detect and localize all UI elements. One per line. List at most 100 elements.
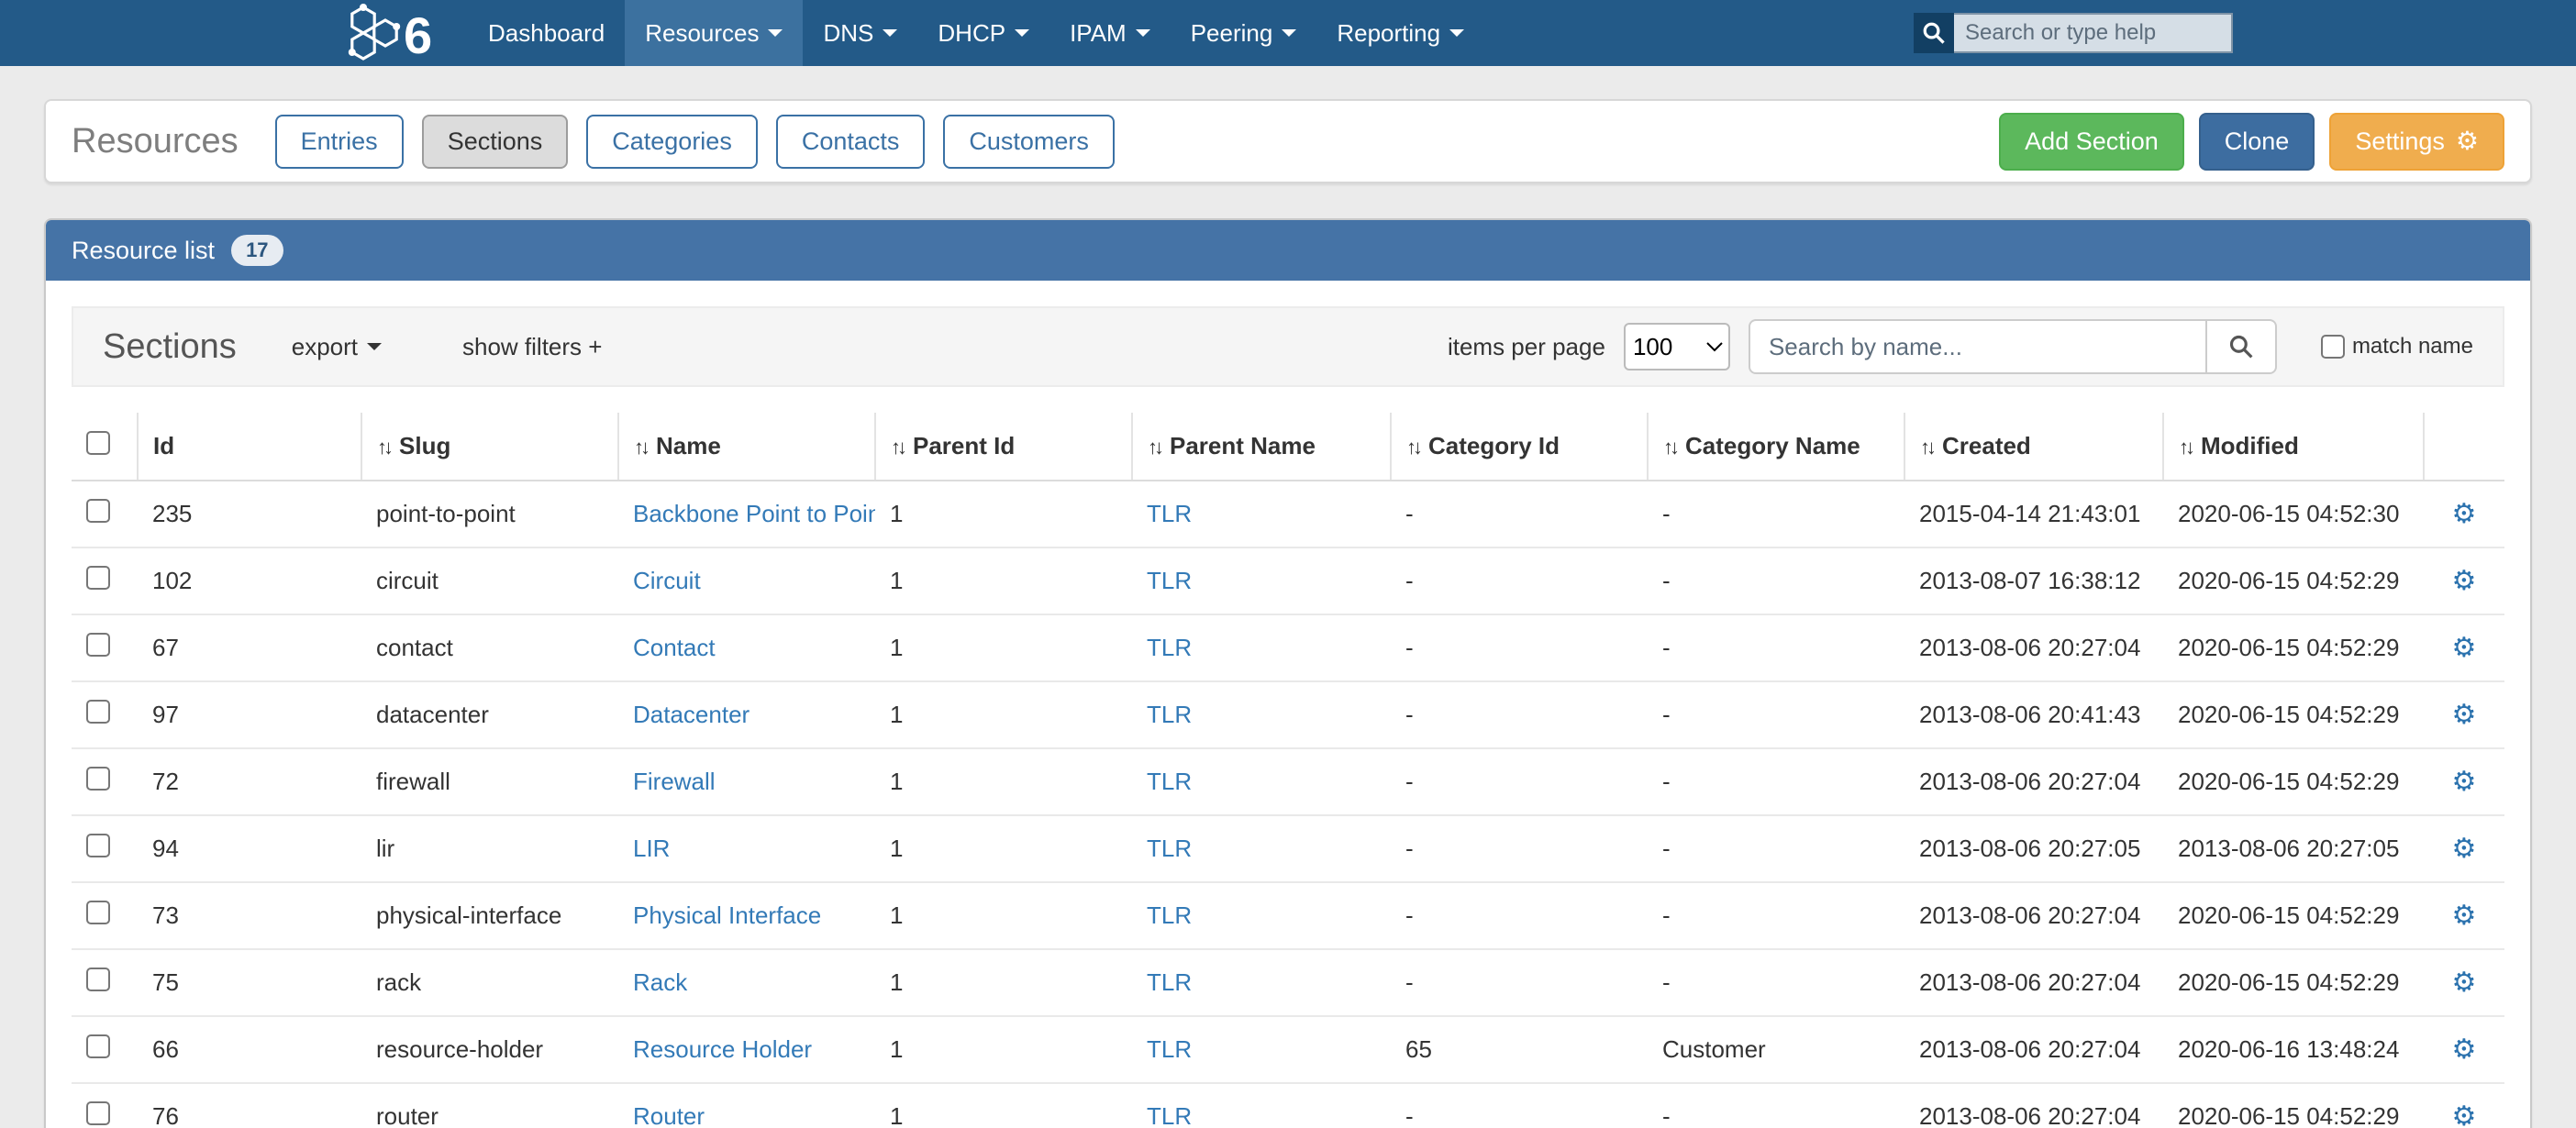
cell-modified: 2013-08-06 20:27:05 <box>2163 815 2424 882</box>
name-search-input[interactable] <box>1749 319 2207 374</box>
parent-name-link[interactable]: TLR <box>1147 500 1192 527</box>
column-header-modified[interactable]: ↑↓Modified <box>2163 413 2424 481</box>
export-label: export <box>292 333 358 361</box>
parent-name-link[interactable]: TLR <box>1147 768 1192 795</box>
gear-icon[interactable]: ⚙ <box>2452 566 2477 596</box>
chevron-down-icon <box>1015 29 1029 37</box>
row-actions-cell: ⚙ <box>2424 614 2504 681</box>
row-checkbox[interactable] <box>86 633 110 657</box>
name-link[interactable]: Router <box>633 1102 705 1128</box>
help-search-input[interactable] <box>1954 13 2233 53</box>
row-checkbox[interactable] <box>86 1101 110 1125</box>
name-link[interactable]: Contact <box>633 634 716 661</box>
nav-item-label: IPAM <box>1070 19 1127 48</box>
name-link[interactable]: Rack <box>633 968 687 996</box>
show-filters-link[interactable]: show filters + <box>462 333 602 361</box>
nav-item-dhcp[interactable]: DHCP <box>917 0 1049 66</box>
row-actions-cell: ⚙ <box>2424 882 2504 949</box>
nav-item-label: Resources <box>645 19 759 48</box>
gear-icon[interactable]: ⚙ <box>2452 834 2477 864</box>
row-checkbox[interactable] <box>86 834 110 857</box>
match-name-checkbox[interactable] <box>2321 335 2345 359</box>
gear-icon[interactable]: ⚙ <box>2452 499 2477 529</box>
row-checkbox[interactable] <box>86 901 110 924</box>
gear-icon[interactable]: ⚙ <box>2452 1101 2477 1128</box>
cell-id: 72 <box>138 748 361 815</box>
name-search-button[interactable] <box>2207 319 2277 374</box>
settings-button[interactable]: Settings⚙ <box>2329 113 2504 171</box>
column-header-name[interactable]: ↑↓Name <box>618 413 875 481</box>
name-link[interactable]: LIR <box>633 835 670 862</box>
nav-item-reporting[interactable]: Reporting <box>1316 0 1484 66</box>
parent-name-link[interactable]: TLR <box>1147 901 1192 929</box>
export-menu[interactable]: export <box>292 333 382 361</box>
gear-icon[interactable]: ⚙ <box>2452 901 2477 931</box>
column-header-parent-id[interactable]: ↑↓Parent Id <box>875 413 1132 481</box>
cell-parent-id: 1 <box>875 481 1132 547</box>
parent-name-link[interactable]: TLR <box>1147 701 1192 728</box>
nav-item-label: Peering <box>1191 19 1273 48</box>
nav-item-peering[interactable]: Peering <box>1171 0 1317 66</box>
tab-entries[interactable]: Entries <box>275 115 404 169</box>
tab-sections[interactable]: Sections <box>422 115 569 169</box>
cell-category-id: - <box>1391 547 1648 614</box>
add-section-button[interactable]: Add Section <box>1999 113 2184 171</box>
column-header-created[interactable]: ↑↓Created <box>1904 413 2163 481</box>
row-checkbox[interactable] <box>86 767 110 791</box>
tab-contacts[interactable]: Contacts <box>776 115 926 169</box>
row-checkbox[interactable] <box>86 968 110 991</box>
nav-item-dns[interactable]: DNS <box>803 0 917 66</box>
cell-parent-name: TLR <box>1132 748 1391 815</box>
column-header-slug[interactable]: ↑↓Slug <box>361 413 618 481</box>
nav-item-resources[interactable]: Resources <box>625 0 803 66</box>
cell-category-id: - <box>1391 614 1648 681</box>
name-link[interactable]: Physical Interface <box>633 901 821 929</box>
row-select-cell <box>72 547 138 614</box>
cell-parent-name: TLR <box>1132 681 1391 748</box>
nav-item-ipam[interactable]: IPAM <box>1049 0 1171 66</box>
row-checkbox[interactable] <box>86 499 110 523</box>
items-per-page-select[interactable]: 100 <box>1624 323 1730 370</box>
brand-logo[interactable]: 6 <box>343 0 446 66</box>
gear-icon: ⚙ <box>2456 128 2479 154</box>
row-checkbox[interactable] <box>86 1034 110 1058</box>
parent-name-link[interactable]: TLR <box>1147 1035 1192 1063</box>
gear-icon[interactable]: ⚙ <box>2452 700 2477 730</box>
tab-customers[interactable]: Customers <box>943 115 1115 169</box>
gear-icon[interactable]: ⚙ <box>2452 767 2477 797</box>
cell-category-name: - <box>1648 1083 1904 1128</box>
cell-modified: 2020-06-16 13:48:24 <box>2163 1016 2424 1083</box>
table-body: 235point-to-pointBackbone Point to Point… <box>72 481 2504 1128</box>
parent-name-link[interactable]: TLR <box>1147 634 1192 661</box>
clone-button[interactable]: Clone <box>2199 113 2315 171</box>
parent-name-link[interactable]: TLR <box>1147 1102 1192 1128</box>
column-header-category-id[interactable]: ↑↓Category Id <box>1391 413 1648 481</box>
parent-name-link[interactable]: TLR <box>1147 835 1192 862</box>
cell-created: 2013-08-06 20:27:04 <box>1904 1083 2163 1128</box>
column-header-category-name[interactable]: ↑↓Category Name <box>1648 413 1904 481</box>
match-name-toggle[interactable]: match name <box>2321 334 2473 359</box>
cell-name: Physical Interface <box>618 882 875 949</box>
column-header-parent-name[interactable]: ↑↓Parent Name <box>1132 413 1391 481</box>
gear-icon[interactable]: ⚙ <box>2452 1034 2477 1065</box>
nav-item-dashboard[interactable]: Dashboard <box>468 0 625 66</box>
tab-categories[interactable]: Categories <box>586 115 758 169</box>
name-link[interactable]: Circuit <box>633 567 701 594</box>
parent-name-link[interactable]: TLR <box>1147 968 1192 996</box>
name-link[interactable]: Resource Holder <box>633 1035 812 1063</box>
table-row: 72firewallFirewall1TLR--2013-08-06 20:27… <box>72 748 2504 815</box>
parent-name-link[interactable]: TLR <box>1147 567 1192 594</box>
table-row: 76routerRouter1TLR--2013-08-06 20:27:042… <box>72 1083 2504 1128</box>
name-link[interactable]: Backbone Point to Point <box>633 500 875 527</box>
name-link[interactable]: Datacenter <box>633 701 749 728</box>
row-checkbox[interactable] <box>86 700 110 724</box>
name-link[interactable]: Firewall <box>633 768 716 795</box>
select-all-checkbox[interactable] <box>86 431 110 455</box>
gear-icon[interactable]: ⚙ <box>2452 968 2477 998</box>
cell-parent-name: TLR <box>1132 815 1391 882</box>
row-checkbox[interactable] <box>86 566 110 590</box>
cell-name: Backbone Point to Point <box>618 481 875 547</box>
gear-icon[interactable]: ⚙ <box>2452 633 2477 663</box>
search-icon[interactable] <box>1914 13 1954 53</box>
cell-name: Contact <box>618 614 875 681</box>
